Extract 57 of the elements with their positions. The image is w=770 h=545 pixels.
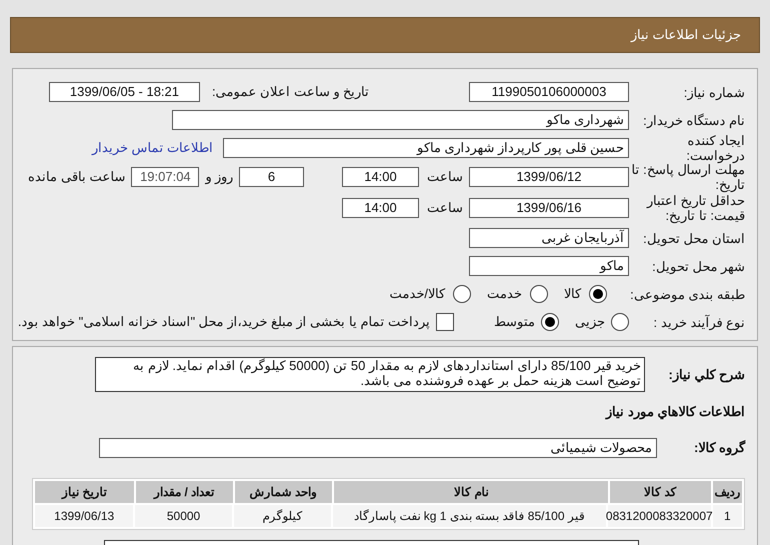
field-label: مهلت ارسال پاسخ: تا تاریخ: <box>630 162 745 192</box>
column-header: نام کالا <box>334 480 608 502</box>
table-cell: 1399/06/13 <box>35 504 134 526</box>
input-field[interactable]: حسین قلی پور کارپرداز شهرداری ماکو <box>223 138 629 158</box>
input-field[interactable]: 14:00 <box>342 167 419 187</box>
field-label: طبقه بندی موضوعی: <box>629 286 745 302</box>
section-title: اطلاعات کالاهاي مورد نیاز <box>606 403 745 422</box>
field-label: روز و <box>205 168 233 186</box>
field-label: خدمت <box>487 285 522 304</box>
contact-link[interactable]: اطلاعات تماس خریدار <box>92 138 213 158</box>
radio-button[interactable] <box>453 285 471 303</box>
table-cell: 1 <box>712 504 742 526</box>
column-header: واحد شمارش <box>234 480 332 502</box>
input-field[interactable]: 1199050106000003 <box>469 82 629 102</box>
radio-button[interactable] <box>530 285 548 303</box>
field-label: جزیی <box>575 313 605 332</box>
column-header: تاریخ نیاز <box>35 480 134 502</box>
page-title: جزئیات اطلاعات نیاز <box>630 26 741 44</box>
table-cell: کیلوگرم <box>234 504 332 526</box>
field-label: ساعت باقی مانده <box>28 168 126 186</box>
input-field[interactable]: 1399/06/12 <box>469 167 629 187</box>
field-label: شماره نیاز: <box>682 84 745 100</box>
input-field[interactable]: آذربایجان غربی <box>469 228 629 248</box>
table-cell: 0831200083320007 <box>608 504 711 526</box>
description-box[interactable]: خرید قیر 85/100 دارای استانداردهای لازم به مقدار 50 تن (50000 کیلوگرم) اقدام نماید. لازم به توضیح است هزینه حمل بر عهده فروشنده می باشد. <box>95 357 645 392</box>
field-label: پرداخت تمام یا بخشی از مبلغ خرید،از محل "اسناد خزانه اسلامی" خواهد بود. <box>18 313 430 332</box>
checkbox[interactable] <box>436 313 454 331</box>
field-label: کالا <box>564 285 581 304</box>
radio-button[interactable] <box>589 285 607 303</box>
field-label: متوسط <box>494 313 535 332</box>
input-field[interactable]: 6 <box>239 167 304 187</box>
table-cell: 50000 <box>135 504 232 526</box>
field-label: شرح کلي نیاز: <box>667 366 745 384</box>
field-label: تاریخ و ساعت اعلان عمومی: <box>212 83 369 102</box>
input-field[interactable]: ماکو <box>469 256 629 276</box>
field-label: ساعت <box>427 199 463 218</box>
table-cell: قیر 85/100 فاقد بسته بندی 1 kg نفت پاسارگاد <box>333 504 606 526</box>
field-label: شهر محل تحویل: <box>651 258 745 274</box>
input-field[interactable]: شهرداری ماکو <box>172 110 629 130</box>
column-header: ردیف <box>712 480 742 502</box>
input-field[interactable]: محصولات شیمیائی <box>99 438 657 458</box>
field-label: ایجاد کننده درخواست: <box>685 133 745 163</box>
field-label: حداقل تاریخ اعتبار قیمت: تا تاریخ: <box>646 193 745 223</box>
field-label: کالا/خدمت <box>389 285 445 304</box>
field-label: نام دستگاه خریدار: <box>642 112 745 128</box>
radio-button[interactable] <box>541 313 559 331</box>
field-label: ساعت <box>427 168 463 186</box>
input-field[interactable]: 1399/06/16 <box>469 198 629 218</box>
field-label: گروه کالا: <box>693 438 745 458</box>
column-header: کد کالا <box>610 480 711 502</box>
radio-button[interactable] <box>611 313 629 331</box>
input-field[interactable]: 1399/06/05 - 18:21 <box>48 82 200 102</box>
column-header: تعداد / مقدار <box>136 480 233 502</box>
input-field[interactable]: 14:00 <box>342 198 419 218</box>
field-label: استان محل تحویل: <box>642 230 745 246</box>
field-label: نوع فرآیند خرید : <box>652 314 745 330</box>
countdown-field[interactable]: 19:07:04 <box>131 167 200 187</box>
